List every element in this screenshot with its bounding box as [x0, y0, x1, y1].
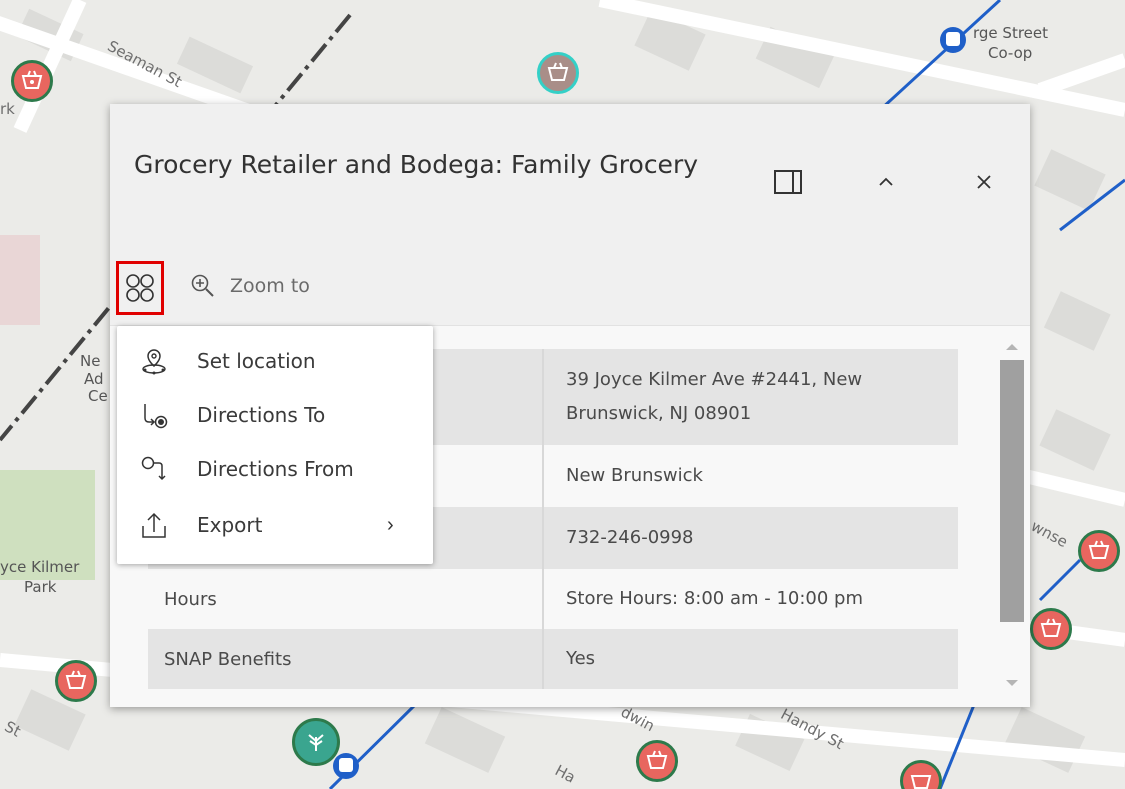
- map-label-ne: Ne: [80, 352, 101, 370]
- chevron-right-icon: ›: [387, 513, 394, 536]
- map-label-ad: Ad: [84, 370, 104, 388]
- popup-scrollbar[interactable]: [998, 334, 1026, 694]
- close-icon: [977, 175, 991, 189]
- menu-item-export[interactable]: Export ›: [117, 500, 433, 550]
- basket-icon: [21, 70, 43, 89]
- grocery-marker-selected[interactable]: [537, 52, 579, 94]
- sprout-icon: [308, 734, 324, 751]
- attribute-value: New Brunswick: [566, 465, 703, 486]
- dock-button[interactable]: [770, 164, 806, 200]
- more-actions-button[interactable]: [116, 261, 164, 315]
- popup-header: Grocery Retailer and Bodega: Family Groc…: [110, 104, 1030, 260]
- popup-action-bar: Zoom to: [110, 259, 1030, 326]
- menu-item-directions-from[interactable]: Directions From: [117, 444, 433, 494]
- collapse-button[interactable]: [868, 164, 904, 200]
- table-row: SNAP Benefits Yes: [148, 629, 958, 689]
- close-button[interactable]: [966, 164, 1002, 200]
- map-label-park: rk: [0, 100, 15, 118]
- attribute-key: SNAP Benefits: [148, 629, 544, 689]
- attribute-value: 732-246-0998: [566, 527, 694, 548]
- table-row: Hours Store Hours: 8:00 am - 10:00 pm: [148, 569, 958, 629]
- export-icon: [139, 510, 169, 540]
- attribute-value: Store Hours: 8:00 am - 10:00 pm: [566, 588, 864, 609]
- chevron-up-icon: [879, 177, 893, 186]
- scroll-thumb[interactable]: [1000, 360, 1024, 622]
- zoom-to-button[interactable]: Zoom to: [190, 273, 310, 299]
- community-marker[interactable]: [292, 718, 340, 766]
- map-label-park-2: Park: [24, 578, 57, 596]
- scroll-up-arrow-icon[interactable]: [998, 336, 1026, 356]
- grocery-marker[interactable]: [636, 740, 678, 782]
- actions-grid-icon: [126, 274, 154, 302]
- attribute-value: Yes: [566, 648, 596, 669]
- zoom-to-label: Zoom to: [230, 275, 310, 297]
- attribute-value: 39 Joyce Kilmer Ave #2441, New Brunswick…: [566, 369, 863, 424]
- basket-icon: [646, 750, 668, 769]
- menu-item-label: Export: [197, 513, 263, 537]
- directions-to-icon: [139, 400, 169, 430]
- set-location-icon: [139, 346, 169, 376]
- map-label-coop-2: Co-op: [988, 44, 1033, 62]
- map-label-joyce-kilmer-park: yce Kilmer: [0, 558, 80, 576]
- popup-title: Grocery Retailer and Bodega: Family Groc…: [134, 150, 699, 179]
- attribute-key: Hours: [148, 569, 544, 629]
- menu-item-label: Directions To: [197, 403, 326, 427]
- dock-icon: [774, 170, 802, 194]
- grocery-marker[interactable]: [1078, 530, 1120, 572]
- zoom-in-icon: [191, 274, 214, 297]
- basket-icon: [547, 62, 569, 81]
- grocery-marker[interactable]: [11, 60, 53, 102]
- map-label-coop: rge Street: [973, 24, 1048, 42]
- menu-item-label: Set location: [197, 349, 316, 373]
- actions-menu: Set location Directions To Directions Fr…: [117, 326, 433, 564]
- map-label-ce: Ce: [88, 387, 108, 405]
- directions-from-icon: [139, 454, 169, 484]
- menu-item-label: Directions From: [197, 457, 354, 481]
- scroll-down-arrow-icon[interactable]: [998, 674, 1026, 694]
- grocery-marker[interactable]: [1030, 608, 1072, 650]
- basket-icon: [1040, 618, 1062, 637]
- menu-item-directions-to[interactable]: Directions To: [117, 390, 433, 440]
- basket-icon: [65, 670, 87, 689]
- basket-icon: [1088, 540, 1110, 559]
- grocery-marker[interactable]: [55, 660, 97, 702]
- basket-icon: [910, 775, 932, 789]
- menu-item-set-location[interactable]: Set location: [117, 336, 433, 386]
